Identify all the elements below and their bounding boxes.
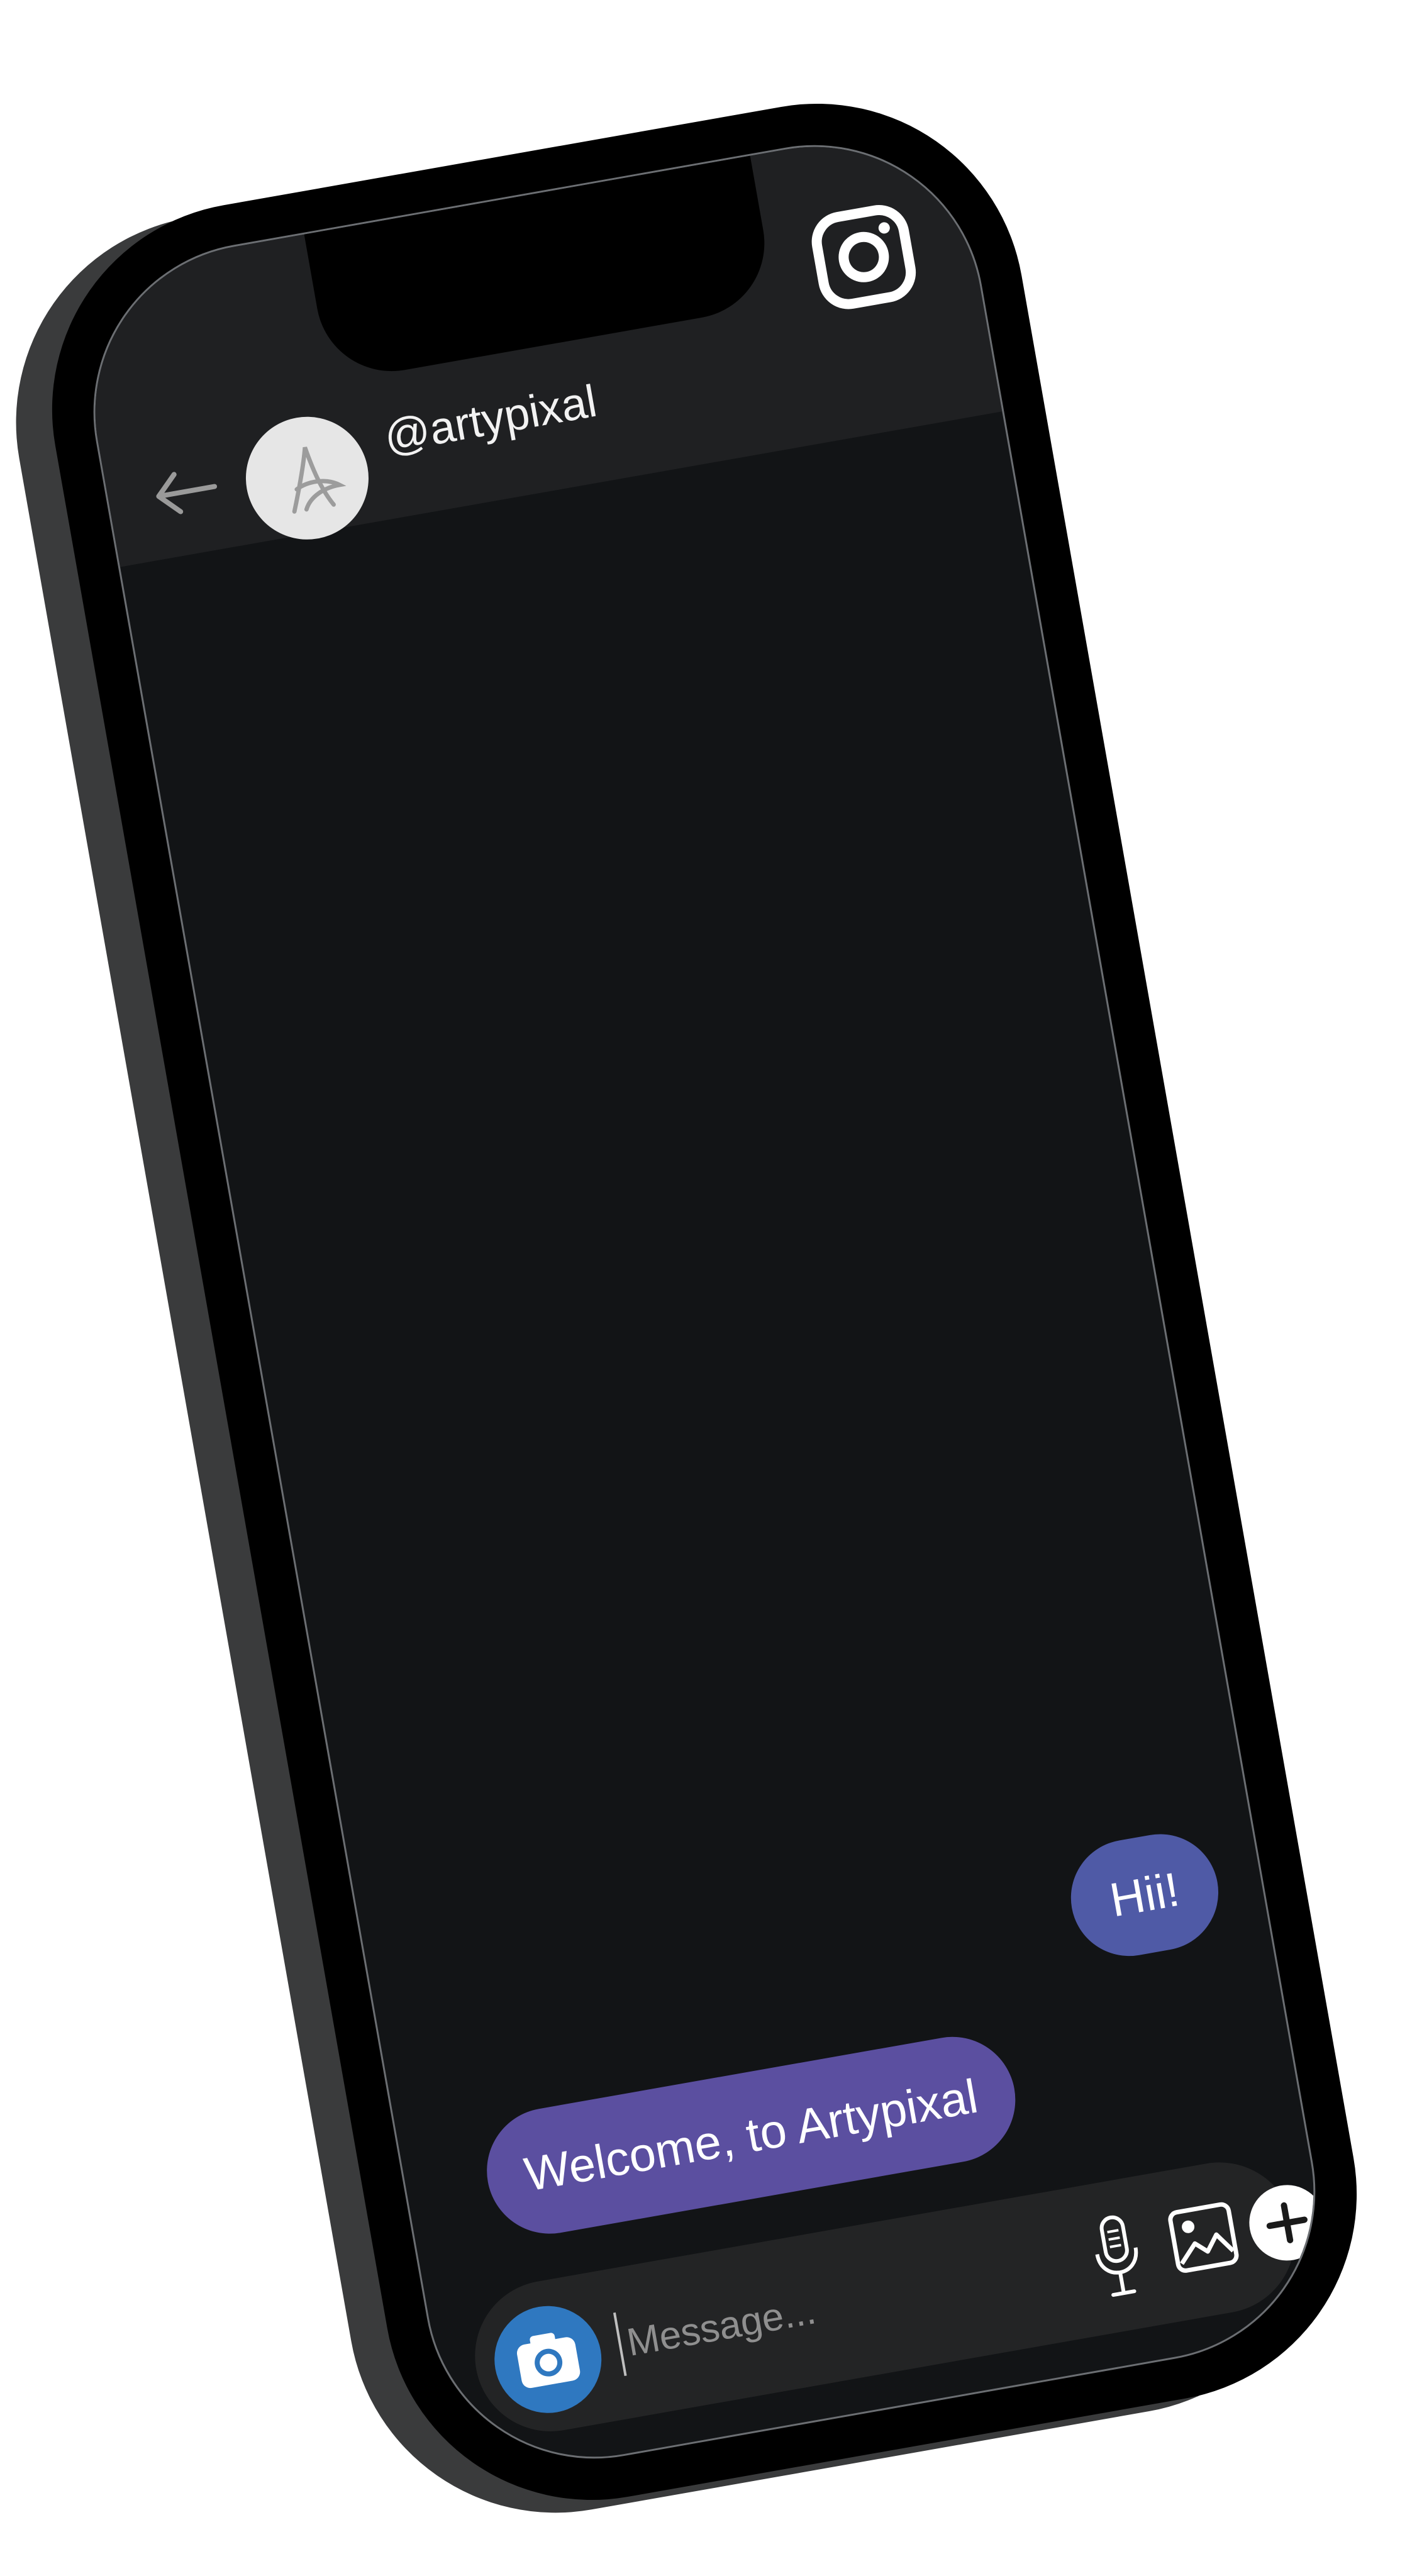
message-text: Welcome, to Artypixal xyxy=(520,2069,982,2202)
signature-a-avatar xyxy=(292,447,347,514)
username-label[interactable]: @artypixal xyxy=(381,375,601,464)
plus-icon xyxy=(1266,2202,1308,2243)
camera-button[interactable] xyxy=(486,2297,610,2422)
phone-mockup: @artypixal Hii! Welcome, to Artypixal xyxy=(0,70,1390,2546)
microphone-icon[interactable] xyxy=(1082,2207,1153,2304)
camera-icon xyxy=(516,2333,581,2389)
avatar[interactable] xyxy=(236,407,379,550)
instagram-logo-icon xyxy=(811,205,916,309)
message-input[interactable] xyxy=(613,2250,981,2377)
message-bubble-outgoing[interactable]: Hii! xyxy=(1062,1824,1228,1965)
message-text: Hii! xyxy=(1106,1862,1184,1928)
add-button[interactable] xyxy=(1243,2179,1331,2267)
phone-body: @artypixal Hii! Welcome, to Artypixal xyxy=(19,70,1390,2533)
chat-screen: @artypixal Hii! Welcome, to Artypixal xyxy=(66,118,1343,2486)
arrow-left-icon[interactable] xyxy=(148,460,225,522)
gallery-icon[interactable] xyxy=(1164,2197,1243,2277)
